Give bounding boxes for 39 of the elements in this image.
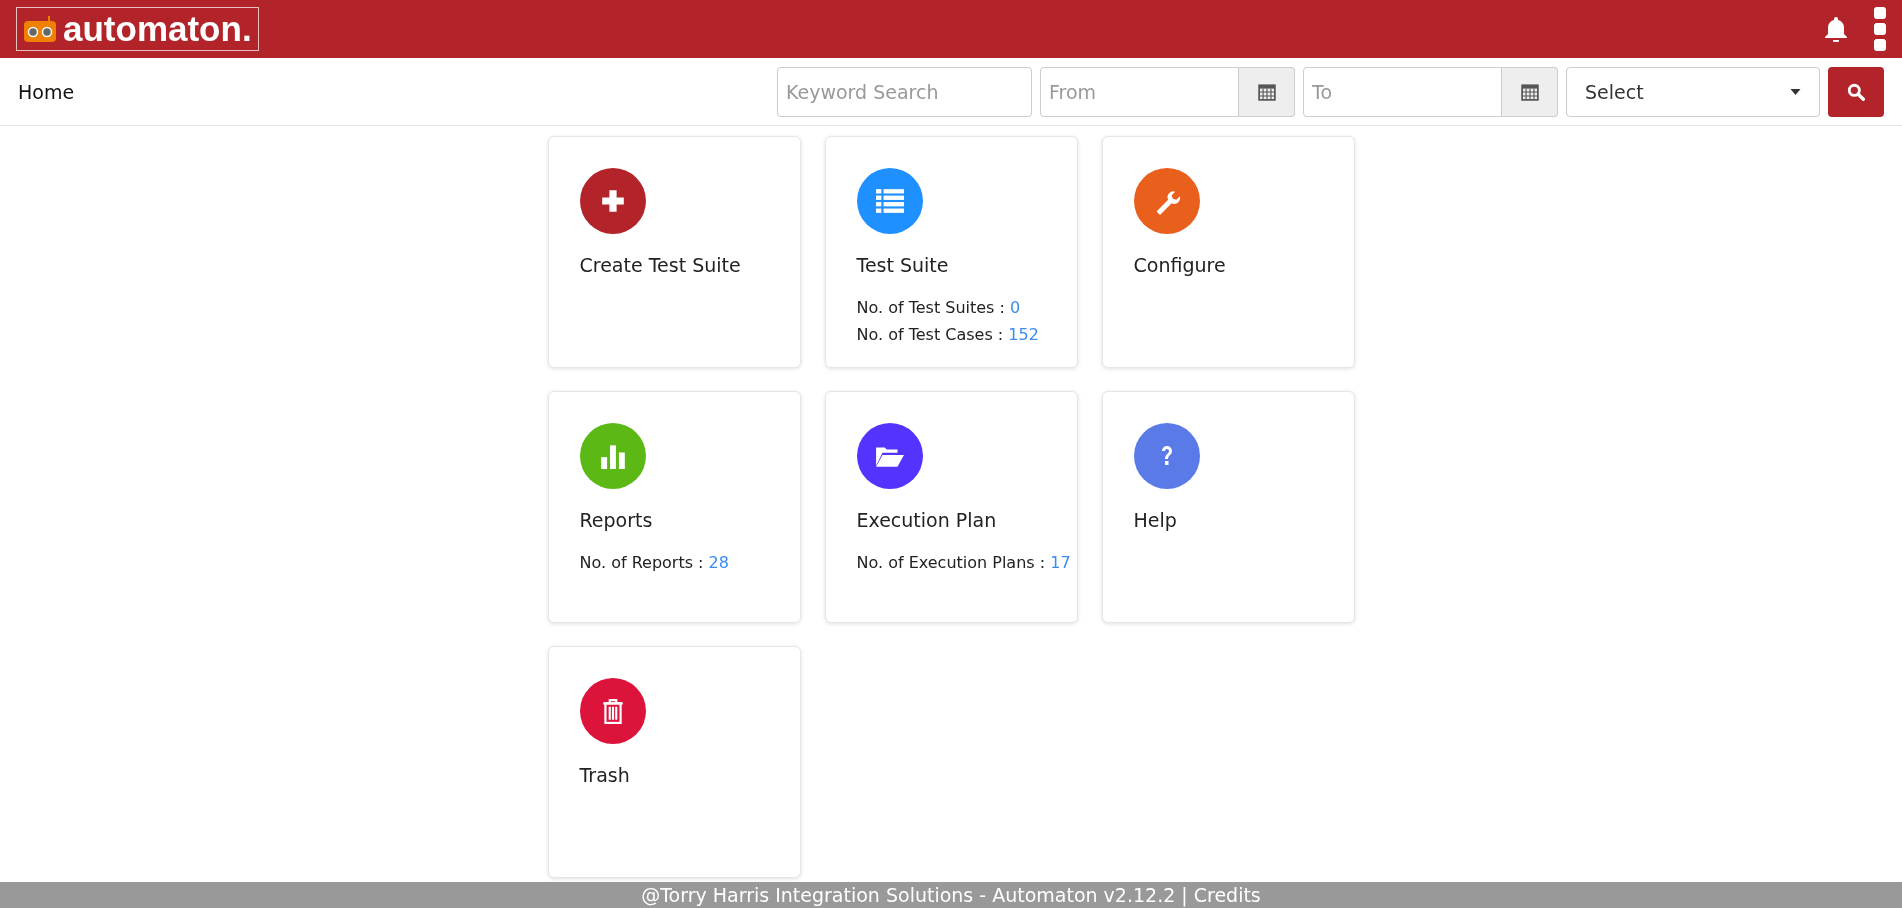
folder-icon [874, 444, 905, 468]
menu-card[interactable]: Reports No. of Reports : 28 [547, 391, 801, 623]
trash-icon [601, 698, 624, 724]
copyright-text: @Torry Harris Integration Solutions - Automaton v2.12.2 | [641, 884, 1188, 906]
stat-line: No. of Test Suites : 0 [856, 298, 1022, 317]
from-date-field[interactable]: From [1040, 66, 1239, 117]
breadcrumb[interactable]: Home [18, 80, 75, 103]
bell-icon[interactable] [1824, 16, 1848, 42]
keyword-search-field[interactable]: Keyword Search [777, 66, 1032, 117]
plus-icon [600, 189, 625, 213]
card-title: Trash [579, 764, 631, 786]
card-title: Configure [1133, 254, 1227, 276]
calendar-icon[interactable] [1520, 82, 1539, 101]
stat-line: No. of Test Cases : 152 [856, 325, 1040, 344]
menu-card[interactable]: Create Test Suite [547, 136, 801, 368]
search-icon [1847, 82, 1865, 101]
bar-chart-icon [599, 443, 626, 469]
menu-card[interactable]: Help [1101, 391, 1355, 623]
card-title: Reports [579, 509, 654, 531]
card-title: Test Suite [856, 254, 950, 276]
menu-icon[interactable] [1874, 5, 1886, 53]
to-date-field[interactable]: To [1303, 66, 1502, 117]
menu-card[interactable]: Configure [1101, 136, 1355, 368]
card-title: Help [1133, 509, 1178, 531]
card-title: Execution Plan [856, 509, 998, 531]
menu-card[interactable]: Test Suite No. of Test Suites : 0 No. of Test Cases : 152 [824, 136, 1078, 368]
menu-card[interactable]: Trash [547, 646, 801, 878]
robot-icon [23, 15, 57, 43]
stat-line: No. of Reports : 28 [579, 553, 730, 572]
card-title: Create Test Suite [579, 254, 742, 276]
question-mark-icon [1159, 445, 1174, 467]
search-button[interactable] [1828, 66, 1884, 117]
caret-icon [1790, 88, 1801, 95]
select-dropdown[interactable]: Select [1566, 66, 1820, 117]
calendar-icon[interactable] [1257, 82, 1276, 101]
stat-line: No. of Execution Plans : 17 [856, 553, 1072, 572]
menu-card[interactable]: Execution Plan No. of Execution Plans : 17 [824, 391, 1078, 623]
list-icon [875, 189, 904, 213]
app-logo[interactable]: automaton. [16, 7, 259, 51]
